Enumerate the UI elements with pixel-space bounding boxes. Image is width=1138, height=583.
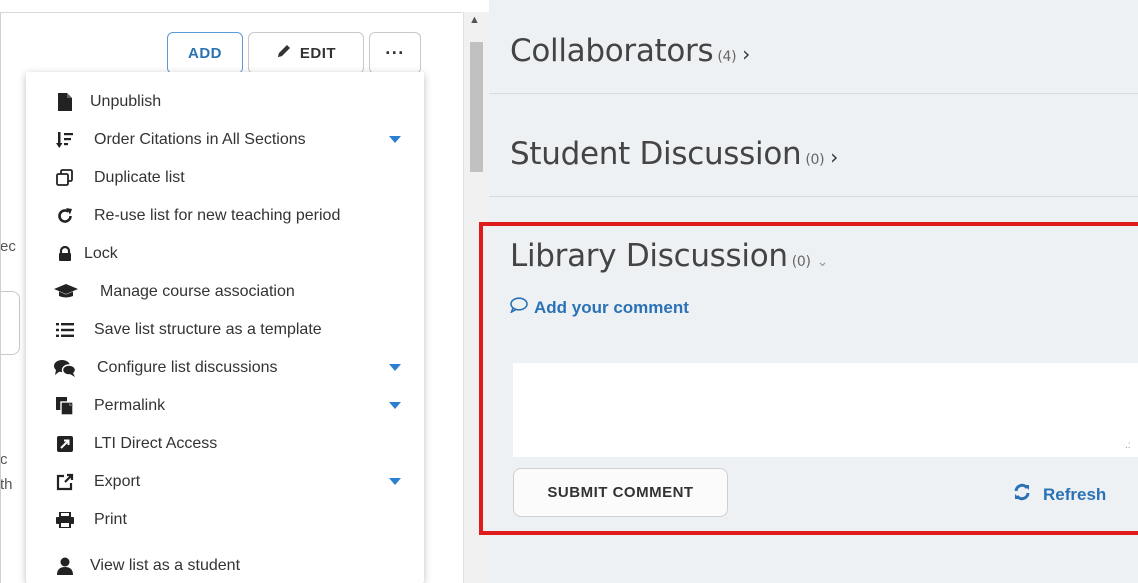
- menu-item-label: Duplicate list: [94, 169, 185, 186]
- menu-item-view-as-student[interactable]: View list as a student: [26, 547, 424, 583]
- collaborators-header[interactable]: Collaborators (4) ›: [510, 33, 750, 69]
- menu-item-configure-discussions[interactable]: Configure list discussions: [26, 349, 424, 387]
- section-title: Collaborators: [510, 33, 714, 69]
- menu-item-label: Save list structure as a template: [94, 321, 322, 338]
- menu-item-label: Print: [94, 511, 127, 528]
- scroll-up-arrow-icon[interactable]: ▲: [469, 14, 480, 26]
- copy-icon: [54, 395, 76, 417]
- duplicate-icon: [54, 167, 76, 189]
- edit-label: EDIT: [299, 44, 337, 62]
- more-options-button[interactable]: ···: [369, 32, 421, 74]
- menu-item-label: Lock: [84, 245, 118, 262]
- menu-item-print[interactable]: Print: [26, 501, 424, 539]
- sort-icon: [54, 129, 76, 151]
- menu-item-lock[interactable]: Lock: [26, 235, 424, 273]
- highlight-box: [479, 222, 1138, 535]
- menu-item-label: Order Citations in All Sections: [94, 131, 306, 148]
- chevron-right-icon: ›: [742, 42, 750, 66]
- menu-item-label: Manage course association: [100, 283, 295, 300]
- menu-item-label: Configure list discussions: [97, 359, 278, 376]
- pencil-icon: [276, 43, 292, 63]
- menu-item-label: LTI Direct Access: [94, 435, 218, 452]
- partial-text: th: [0, 476, 13, 493]
- caret-down-icon: [389, 364, 401, 371]
- add-button[interactable]: ADD: [167, 32, 243, 74]
- menu-item-label: Re-use list for new teaching period: [94, 207, 341, 224]
- menu-item-label: View list as a student: [90, 557, 241, 574]
- chevron-right-icon: ›: [830, 145, 838, 169]
- section-count: (0): [805, 152, 825, 168]
- edit-button[interactable]: EDIT: [248, 32, 364, 74]
- caret-down-icon: [389, 136, 401, 143]
- refresh-icon: [54, 205, 76, 227]
- menu-item-lti-direct-access[interactable]: LTI Direct Access: [26, 425, 424, 463]
- top-border: [0, 12, 462, 13]
- file-icon: [54, 91, 76, 113]
- menu-item-label: Unpublish: [90, 93, 162, 110]
- user-icon: [54, 555, 76, 577]
- menu-item-export[interactable]: Export: [26, 463, 424, 501]
- scrollbar-thumb[interactable]: [470, 42, 483, 172]
- list-icon: [54, 319, 76, 341]
- menu-item-label: Export: [94, 473, 141, 490]
- caret-down-icon: [389, 478, 401, 485]
- actions-dropdown-menu: Unpublish Order Citations in All Section…: [26, 72, 424, 583]
- caret-down-icon: [389, 402, 401, 409]
- divider: [489, 196, 1138, 197]
- ellipsis-icon: ···: [385, 42, 405, 63]
- partial-text: ec: [0, 238, 16, 255]
- student-discussion-header[interactable]: Student Discussion (0) ›: [510, 136, 838, 172]
- left-border: [0, 12, 1, 583]
- menu-item-unpublish[interactable]: Unpublish: [26, 83, 424, 121]
- section-title: Student Discussion: [510, 136, 802, 172]
- partial-input-box: [0, 291, 20, 355]
- export-icon: [54, 471, 76, 493]
- menu-item-label: Permalink: [94, 397, 166, 414]
- menu-item-save-template[interactable]: Save list structure as a template: [26, 311, 424, 349]
- external-square-icon: [54, 433, 76, 455]
- divider: [489, 93, 1138, 94]
- comments-icon: [54, 357, 76, 379]
- menu-item-permalink[interactable]: Permalink: [26, 387, 424, 425]
- discussion-panel: Collaborators (4) › Student Discussion (0) ›…: [479, 0, 1138, 583]
- menu-item-manage-course-association[interactable]: Manage course association: [26, 273, 424, 311]
- menu-item-duplicate-list[interactable]: Duplicate list: [26, 159, 424, 197]
- menu-item-order-citations[interactable]: Order Citations in All Sections: [26, 121, 424, 159]
- print-icon: [54, 509, 76, 531]
- section-count: (4): [717, 49, 737, 65]
- partial-text: c: [0, 451, 8, 468]
- graduation-cap-icon: [54, 281, 78, 303]
- menu-item-reuse-list[interactable]: Re-use list for new teaching period: [26, 197, 424, 235]
- lock-icon: [54, 243, 76, 265]
